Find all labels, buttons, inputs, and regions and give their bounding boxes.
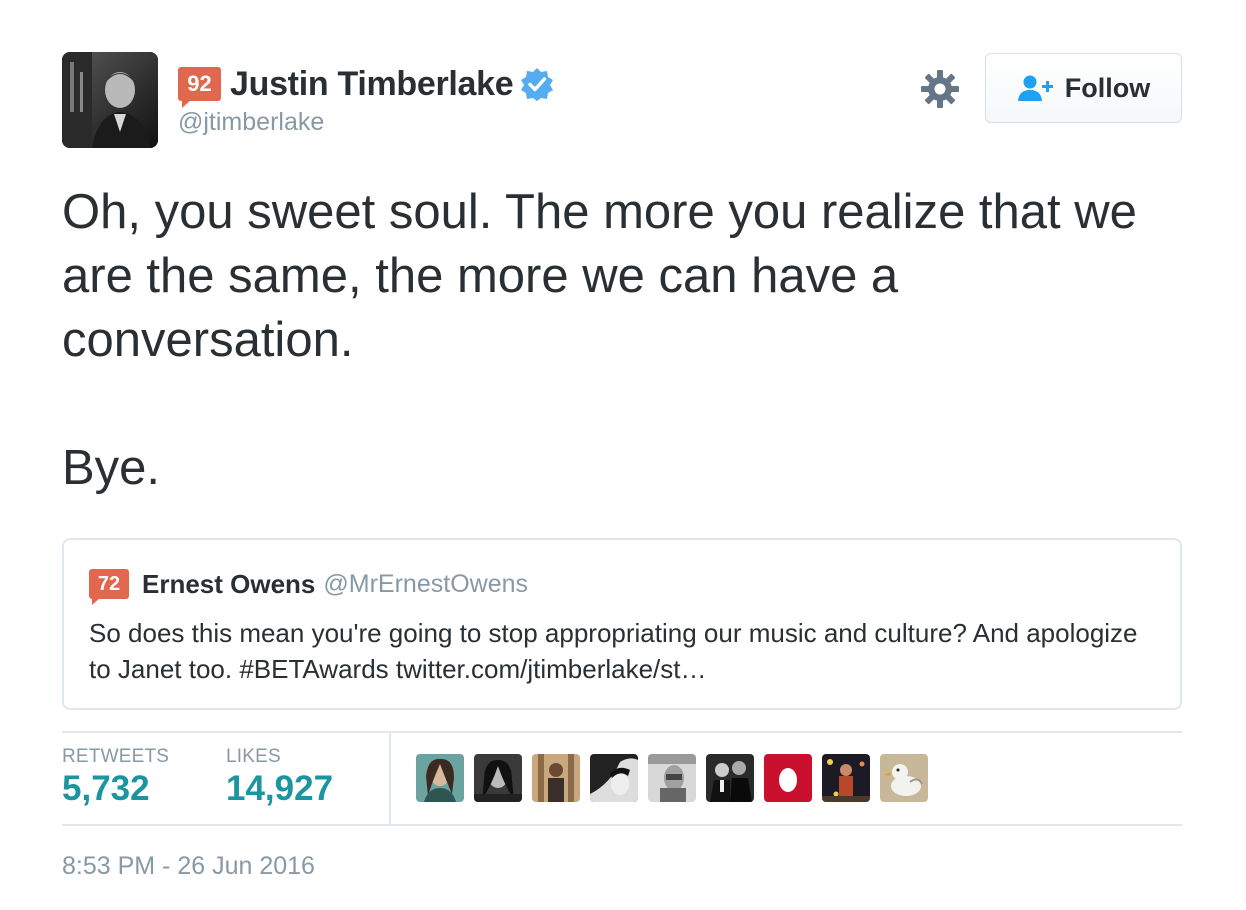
- tweet-text-paragraph-2: Bye.: [62, 441, 161, 495]
- liker-avatar[interactable]: [648, 754, 696, 802]
- follow-button-label: Follow: [1064, 72, 1151, 103]
- tweet-timestamp[interactable]: 8:53 PM - 26 Jun 2016: [62, 852, 315, 881]
- liker-avatar[interactable]: [590, 754, 638, 802]
- quoted-tweet-text: So does this mean you're going to stop a…: [89, 618, 1138, 684]
- quoted-tweet[interactable]: 72 Ernest Owens @MrErnestOwens So does t…: [62, 538, 1182, 710]
- klout-score-badge: 92: [178, 67, 221, 108]
- quoted-klout-score-badge: 72: [89, 569, 129, 605]
- author-avatar[interactable]: [62, 52, 158, 148]
- verified-badge-icon: [521, 68, 554, 101]
- author-display-name[interactable]: Justin Timberlake: [230, 65, 514, 104]
- liker-avatars: [416, 754, 938, 802]
- retweets-label: RETWEETS: [62, 746, 170, 767]
- stats-bottom-divider: [62, 824, 1182, 826]
- likes-stat[interactable]: LIKES 14,927: [226, 733, 333, 809]
- egg-avatar[interactable]: [764, 754, 812, 802]
- likes-label: LIKES: [226, 746, 281, 767]
- retweets-stat[interactable]: RETWEETS 5,732: [62, 733, 169, 809]
- stats-separator: [389, 733, 391, 825]
- quoted-author-name: Ernest Owens: [142, 568, 316, 599]
- quoted-author-handle: @MrErnestOwens: [323, 569, 528, 598]
- author-name-row: 92 Justin Timberlake: [178, 62, 554, 108]
- liker-avatar[interactable]: [706, 754, 754, 802]
- tweet-text: Oh, you sweet soul. The more you realize…: [62, 180, 1182, 500]
- add-user-icon: [1017, 75, 1053, 101]
- follow-button[interactable]: Follow: [985, 53, 1182, 123]
- tweet-text-paragraph-1: Oh, you sweet soul. The more you realize…: [62, 185, 1137, 367]
- liker-avatar[interactable]: [532, 754, 580, 802]
- author-handle[interactable]: @jtimberlake: [178, 108, 324, 137]
- liker-avatar[interactable]: [474, 754, 522, 802]
- duck-avatar[interactable]: [880, 754, 928, 802]
- liker-avatar[interactable]: [822, 754, 870, 802]
- quoted-tweet-header: 72 Ernest Owens @MrErnestOwens: [89, 568, 528, 605]
- gear-icon[interactable]: [920, 69, 960, 109]
- liker-avatar[interactable]: [416, 754, 464, 802]
- retweets-count: 5,732: [62, 769, 150, 808]
- likes-count: 14,927: [226, 769, 334, 808]
